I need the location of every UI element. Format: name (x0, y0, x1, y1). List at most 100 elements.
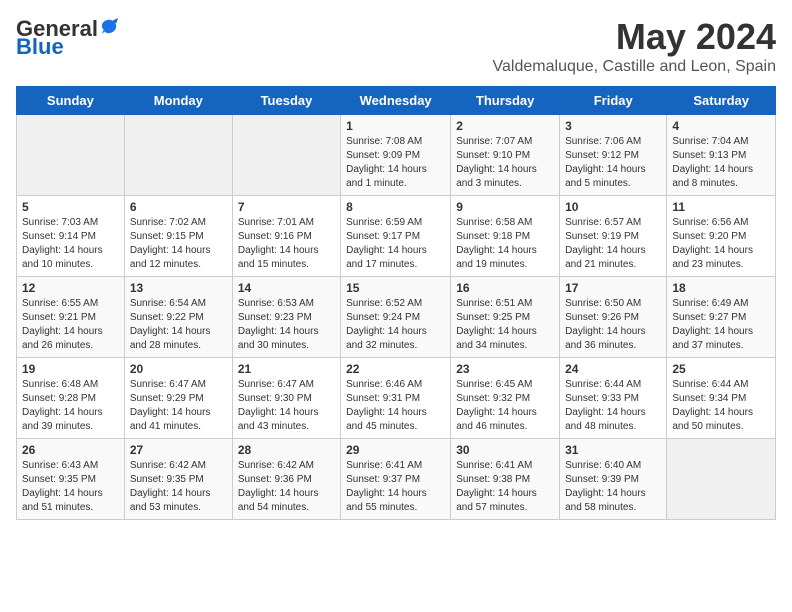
day-content: Sunrise: 7:08 AMSunset: 9:09 PMDaylight:… (346, 135, 445, 191)
day-content: Sunrise: 6:45 AMSunset: 9:32 PMDaylight:… (456, 378, 554, 434)
day-content: Sunrise: 6:52 AMSunset: 9:24 PMDaylight:… (346, 297, 445, 353)
weekday-header: Wednesday (341, 87, 451, 115)
calendar-cell: 18 Sunrise: 6:49 AMSunset: 9:27 PMDayligh… (667, 277, 776, 358)
day-number: 17 (565, 281, 661, 295)
day-number: 2 (456, 119, 554, 133)
day-content: Sunrise: 7:03 AMSunset: 9:14 PMDaylight:… (22, 216, 119, 272)
day-number: 25 (672, 362, 770, 376)
day-number: 28 (238, 443, 335, 457)
day-content: Sunrise: 7:07 AMSunset: 9:10 PMDaylight:… (456, 135, 554, 191)
header: General Blue May 2024 Valdemaluque, Cast… (16, 16, 776, 76)
calendar-cell: 12 Sunrise: 6:55 AMSunset: 9:21 PMDayligh… (17, 277, 125, 358)
day-number: 3 (565, 119, 661, 133)
day-content: Sunrise: 6:47 AMSunset: 9:30 PMDaylight:… (238, 378, 335, 434)
calendar-cell (17, 115, 125, 196)
calendar-cell: 29 Sunrise: 6:41 AMSunset: 9:37 PMDayligh… (341, 439, 451, 520)
day-number: 15 (346, 281, 445, 295)
day-content: Sunrise: 6:43 AMSunset: 9:35 PMDaylight:… (22, 459, 119, 515)
day-content: Sunrise: 6:41 AMSunset: 9:38 PMDaylight:… (456, 459, 554, 515)
logo-blue-text: Blue (16, 34, 64, 60)
calendar-cell: 27 Sunrise: 6:42 AMSunset: 9:35 PMDayligh… (124, 439, 232, 520)
day-number: 24 (565, 362, 661, 376)
calendar-cell: 16 Sunrise: 6:51 AMSunset: 9:25 PMDayligh… (451, 277, 560, 358)
day-number: 30 (456, 443, 554, 457)
calendar-cell: 5 Sunrise: 7:03 AMSunset: 9:14 PMDaylight… (17, 196, 125, 277)
day-content: Sunrise: 7:04 AMSunset: 9:13 PMDaylight:… (672, 135, 770, 191)
calendar-cell: 24 Sunrise: 6:44 AMSunset: 9:33 PMDayligh… (560, 358, 667, 439)
day-content: Sunrise: 6:40 AMSunset: 9:39 PMDaylight:… (565, 459, 661, 515)
calendar-week-row: 19 Sunrise: 6:48 AMSunset: 9:28 PMDayligh… (17, 358, 776, 439)
day-number: 8 (346, 200, 445, 214)
day-number: 22 (346, 362, 445, 376)
day-number: 23 (456, 362, 554, 376)
calendar-cell: 20Sunrise: 6:47 AMSunset: 9:29 PMDayligh… (124, 358, 232, 439)
calendar-cell: 22 Sunrise: 6:46 AMSunset: 9:31 PMDayligh… (341, 358, 451, 439)
calendar-table: SundayMondayTuesdayWednesdayThursdayFrid… (16, 86, 776, 520)
day-number: 12 (22, 281, 119, 295)
calendar-cell: 19 Sunrise: 6:48 AMSunset: 9:28 PMDayligh… (17, 358, 125, 439)
day-number: 19 (22, 362, 119, 376)
calendar-week-row: 5 Sunrise: 7:03 AMSunset: 9:14 PMDaylight… (17, 196, 776, 277)
day-number: 29 (346, 443, 445, 457)
calendar-cell (124, 115, 232, 196)
calendar-cell: 25Sunrise: 6:44 AMSunset: 9:34 PMDayligh… (667, 358, 776, 439)
calendar-cell: 11 Sunrise: 6:56 AMSunset: 9:20 PMDayligh… (667, 196, 776, 277)
day-number: 26 (22, 443, 119, 457)
day-content: Sunrise: 6:44 AMSunset: 9:33 PMDaylight:… (565, 378, 661, 434)
day-content: Sunrise: 6:46 AMSunset: 9:31 PMDaylight:… (346, 378, 445, 434)
day-number: 18 (672, 281, 770, 295)
calendar-cell: 26 Sunrise: 6:43 AMSunset: 9:35 PMDayligh… (17, 439, 125, 520)
month-year-title: May 2024 (493, 16, 776, 58)
calendar-cell: 31 Sunrise: 6:40 AMSunset: 9:39 PMDayligh… (560, 439, 667, 520)
calendar-week-row: 12 Sunrise: 6:55 AMSunset: 9:21 PMDayligh… (17, 277, 776, 358)
calendar-cell: 14Sunrise: 6:53 AMSunset: 9:23 PMDayligh… (232, 277, 340, 358)
day-number: 6 (130, 200, 227, 214)
day-content: Sunrise: 6:48 AMSunset: 9:28 PMDaylight:… (22, 378, 119, 434)
calendar-cell: 9Sunrise: 6:58 AMSunset: 9:18 PMDaylight… (451, 196, 560, 277)
day-content: Sunrise: 7:06 AMSunset: 9:12 PMDaylight:… (565, 135, 661, 191)
calendar-cell: 30 Sunrise: 6:41 AMSunset: 9:38 PMDayligh… (451, 439, 560, 520)
day-number: 16 (456, 281, 554, 295)
logo: General Blue (16, 16, 118, 60)
weekday-header: Tuesday (232, 87, 340, 115)
weekday-header: Thursday (451, 87, 560, 115)
calendar-cell: 23 Sunrise: 6:45 AMSunset: 9:32 PMDayligh… (451, 358, 560, 439)
day-content: Sunrise: 6:53 AMSunset: 9:23 PMDaylight:… (238, 297, 335, 353)
calendar-cell: 8 Sunrise: 6:59 AMSunset: 9:17 PMDaylight… (341, 196, 451, 277)
weekday-header: Sunday (17, 87, 125, 115)
day-number: 20 (130, 362, 227, 376)
weekday-header: Friday (560, 87, 667, 115)
weekday-header: Monday (124, 87, 232, 115)
day-content: Sunrise: 6:41 AMSunset: 9:37 PMDaylight:… (346, 459, 445, 515)
calendar-cell (232, 115, 340, 196)
calendar-cell: 17 Sunrise: 6:50 AMSunset: 9:26 PMDayligh… (560, 277, 667, 358)
day-content: Sunrise: 6:51 AMSunset: 9:25 PMDaylight:… (456, 297, 554, 353)
day-content: Sunrise: 6:54 AMSunset: 9:22 PMDaylight:… (130, 297, 227, 353)
day-number: 9 (456, 200, 554, 214)
day-content: Sunrise: 6:59 AMSunset: 9:17 PMDaylight:… (346, 216, 445, 272)
calendar-cell: 13Sunrise: 6:54 AMSunset: 9:22 PMDayligh… (124, 277, 232, 358)
calendar-cell: 10Sunrise: 6:57 AMSunset: 9:19 PMDayligh… (560, 196, 667, 277)
calendar-cell: 6Sunrise: 7:02 AMSunset: 9:15 PMDaylight… (124, 196, 232, 277)
day-number: 21 (238, 362, 335, 376)
day-number: 27 (130, 443, 227, 457)
day-number: 7 (238, 200, 335, 214)
day-number: 11 (672, 200, 770, 214)
day-content: Sunrise: 6:55 AMSunset: 9:21 PMDaylight:… (22, 297, 119, 353)
calendar-cell: 3 Sunrise: 7:06 AMSunset: 9:12 PMDaylight… (560, 115, 667, 196)
calendar-cell: 15 Sunrise: 6:52 AMSunset: 9:24 PMDayligh… (341, 277, 451, 358)
day-content: Sunrise: 6:57 AMSunset: 9:19 PMDaylight:… (565, 216, 661, 272)
calendar-header-row: SundayMondayTuesdayWednesdayThursdayFrid… (17, 87, 776, 115)
day-number: 5 (22, 200, 119, 214)
day-number: 31 (565, 443, 661, 457)
day-content: Sunrise: 6:42 AMSunset: 9:35 PMDaylight:… (130, 459, 227, 515)
calendar-week-row: 1Sunrise: 7:08 AMSunset: 9:09 PMDaylight… (17, 115, 776, 196)
day-content: Sunrise: 6:56 AMSunset: 9:20 PMDaylight:… (672, 216, 770, 272)
calendar-cell: 21 Sunrise: 6:47 AMSunset: 9:30 PMDayligh… (232, 358, 340, 439)
day-content: Sunrise: 6:49 AMSunset: 9:27 PMDaylight:… (672, 297, 770, 353)
calendar-cell: 2 Sunrise: 7:07 AMSunset: 9:10 PMDaylight… (451, 115, 560, 196)
day-content: Sunrise: 6:50 AMSunset: 9:26 PMDaylight:… (565, 297, 661, 353)
day-content: Sunrise: 6:42 AMSunset: 9:36 PMDaylight:… (238, 459, 335, 515)
logo-bird-icon (100, 18, 118, 36)
calendar-cell (667, 439, 776, 520)
